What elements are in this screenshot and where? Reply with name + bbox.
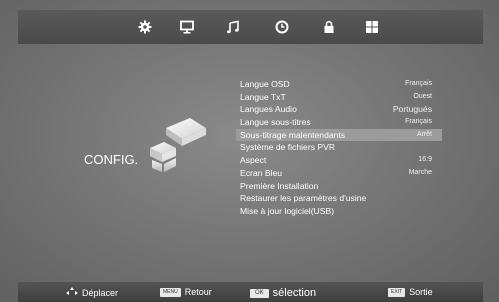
menu-item-value: Français	[405, 118, 432, 126]
menu-item-label: Restaurer les paramètres d'usine	[240, 193, 367, 204]
ok-key: OK	[250, 288, 269, 298]
settings-menu: Langue OSD Français Langue TxT Ouest Langues…	[236, 78, 442, 218]
exit-hint: EXIT Sortie	[388, 287, 433, 297]
menu-item[interactable]: Langue sous-titres Français	[236, 116, 442, 129]
menu-item-label: Sous-titrage malentendants	[240, 129, 346, 140]
back-label: Retour	[184, 287, 212, 297]
menu-item[interactable]: Système de fichiers PVR	[236, 141, 442, 154]
back-hint: MENU Retour	[160, 287, 212, 297]
navigate-arrows-icon	[66, 287, 78, 295]
menu-item-value: Arrêt	[416, 130, 432, 138]
move-hint: Déplacer	[66, 287, 118, 298]
menu-item-value: Ouest	[413, 92, 432, 100]
menu-item-label: Ecran Bleu	[240, 167, 283, 178]
grid-icon[interactable]	[363, 18, 381, 36]
menu-item-label: Aspect	[240, 155, 267, 166]
menu-item-value: 16:9	[418, 156, 432, 164]
menu-item[interactable]: Langue OSD Français	[236, 78, 442, 91]
exit-label: Sortie	[409, 287, 433, 297]
menu-item-label: Système de fichiers PVR	[240, 142, 336, 153]
section-title: CONFIG.	[84, 152, 139, 167]
menu-item-value: Français	[405, 80, 432, 87]
menu-item[interactable]: Langue TxT Ouest	[236, 91, 442, 104]
menu-item[interactable]: Sous-titrage malentendants Arrêt	[236, 128, 442, 142]
menu-item-value: Marche	[408, 168, 432, 176]
exit-key: EXIT	[388, 287, 406, 297]
select-hint: OK sélection	[250, 287, 316, 299]
monitor-icon[interactable]	[178, 18, 196, 36]
menu-item-label: Langue sous-titres	[240, 117, 311, 128]
clock-icon[interactable]	[273, 18, 291, 36]
menu-item-label: Langue TxT	[240, 91, 286, 102]
lock-icon[interactable]	[320, 18, 338, 36]
menu-item[interactable]: Ecran Bleu Marche	[236, 167, 442, 180]
tv-osd-screen: CONFIG. Langue OSD Français Langue TxT Oues…	[0, 0, 499, 302]
move-label: Déplacer	[82, 287, 119, 298]
menu-item-label: Langues Audio	[240, 104, 297, 115]
select-label: sélection	[272, 287, 317, 299]
menu-item-label: Première Installation	[240, 180, 319, 191]
menu-item-label: Mise à jour logiciel(USB)	[240, 205, 335, 216]
menu-item[interactable]: Aspect 16:9	[236, 154, 442, 167]
menu-item-label: Langue OSD	[240, 79, 290, 89]
top-menu-bar	[18, 10, 483, 44]
menu-item-value: Portugués	[392, 104, 432, 115]
music-icon[interactable]	[224, 18, 242, 36]
menu-item[interactable]: Langues Audio Portugués	[236, 103, 442, 116]
config-cube-icon	[146, 112, 210, 176]
help-bar: Déplacer MENU Retour OK sélection EXIT S…	[18, 282, 483, 302]
menu-item[interactable]: Restaurer les paramètres d'usine	[236, 192, 442, 205]
menu-key: MENU	[160, 287, 181, 297]
menu-item[interactable]: Première Installation	[236, 180, 442, 193]
menu-item[interactable]: Mise à jour logiciel(USB)	[236, 205, 442, 218]
gear-icon[interactable]	[136, 18, 154, 36]
